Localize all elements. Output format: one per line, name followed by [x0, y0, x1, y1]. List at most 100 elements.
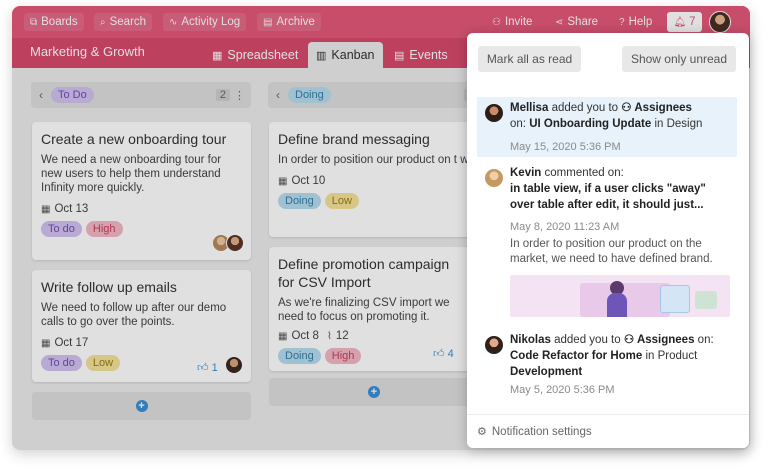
card-meta: ▦ Oct 8 ⌇ 12 — [278, 330, 470, 342]
notification-settings-label: Notification settings — [491, 425, 592, 438]
notification-settings-link[interactable]: ⚙ Notification settings — [467, 414, 749, 448]
share-button[interactable]: ⋖ Share — [549, 13, 604, 31]
avatar — [485, 104, 503, 122]
card-date-label: Oct 13 — [54, 203, 89, 215]
notification-project: Development — [510, 366, 583, 378]
plus-icon: + — [135, 400, 148, 412]
column-label: Doing — [288, 87, 331, 103]
card[interactable]: Create a new onboarding tour We need a n… — [32, 122, 251, 260]
calendar-icon: ▦ — [41, 203, 51, 215]
invite-button[interactable]: ⚇ Invite — [486, 13, 538, 31]
avatar — [485, 336, 503, 354]
notification-context[interactable]: in table view, if a user clicks "away" o… — [510, 183, 706, 211]
notification-item-name[interactable]: Code Refactor for Home — [510, 350, 642, 362]
card-title: Define promotion campaign for CSV Import — [278, 256, 450, 290]
tab-kanban[interactable]: ▥ Kanban — [308, 42, 383, 68]
plus-icon: + — [368, 386, 380, 398]
calendar-icon: ▦ — [278, 330, 288, 342]
spreadsheet-icon: ▦ — [212, 49, 223, 62]
avatar[interactable] — [709, 11, 731, 33]
priority-badge: High — [324, 348, 362, 364]
card[interactable]: Write follow up emails We need to follow… — [32, 270, 251, 382]
card-description: We need a new onboarding tour for new us… — [41, 154, 222, 194]
activity-icon: ∿ — [169, 16, 178, 28]
chevron-left-icon[interactable]: ‹ — [39, 88, 43, 102]
more-icon[interactable]: ⋮ — [234, 89, 245, 102]
notification-target: Assignees — [634, 102, 692, 114]
calendar-icon: ▦ — [41, 337, 51, 349]
calendar-icon: ▤ — [394, 49, 405, 62]
notification-action: commented on: — [544, 167, 624, 179]
notification-action: added you to — [554, 334, 621, 346]
notification-user: Nikolas — [510, 334, 551, 346]
notification-target: Assignees — [636, 334, 695, 346]
notification-count: 7 — [689, 16, 696, 28]
add-card-button[interactable]: + — [32, 392, 251, 420]
card-date-label: Oct 10 — [291, 175, 326, 187]
card[interactable]: Define promotion campaign for CSV Import… — [269, 247, 479, 371]
notification-on: on: — [510, 118, 526, 130]
archive-label: Archive — [276, 16, 315, 28]
like-count[interactable]: 👍︎ 1 — [197, 361, 218, 374]
notifications-panel: Mark all as read Show only unread Mellis… — [467, 33, 749, 448]
thumbs-up-icon: 👍︎ — [197, 362, 209, 374]
notification-time: May 8, 2020 11:23 AM — [510, 221, 620, 233]
card-date: ▦ Oct 10 — [278, 175, 470, 187]
notification-on: on: — [697, 334, 714, 346]
notification-item[interactable]: Mellisa added you to ⚇ Assignees on: UI … — [477, 97, 737, 157]
share-label: Share — [567, 16, 599, 28]
priority-badge: Low — [324, 193, 359, 209]
card-description: In order to position our product on t we… — [278, 154, 479, 166]
tab-spreadsheet[interactable]: ▦ Spreadsheet — [204, 42, 306, 68]
priority-badge: High — [85, 221, 123, 237]
invite-label: Invite — [504, 16, 533, 28]
notification-text: Mellisa added you to ⚇ Assignees on: UI … — [510, 100, 730, 132]
card-description: We need to follow up after our demo call… — [41, 302, 227, 328]
notification-item-name[interactable]: UI Onboarding Update — [529, 118, 651, 130]
chevron-left-icon[interactable]: ‹ — [276, 88, 280, 102]
comment-body: In order to position our product on the … — [510, 238, 713, 265]
search-icon: ⌕ — [100, 16, 106, 28]
board-title: Marketing & Growth — [30, 44, 145, 59]
status-badge: Doing — [278, 348, 321, 364]
card[interactable]: Define brand messaging In order to posit… — [269, 122, 479, 237]
show-only-unread-button[interactable]: Show only unread — [622, 46, 736, 72]
card-title: Write follow up emails — [41, 279, 177, 295]
like-count[interactable]: 👍︎ 4 — [433, 347, 454, 360]
activity-log-button[interactable]: ∿ Activity Log — [163, 13, 247, 31]
notification-action: added you to — [551, 102, 619, 114]
tab-spreadsheet-label: Spreadsheet — [227, 48, 299, 62]
mark-all-read-button[interactable]: Mark all as read — [478, 46, 581, 72]
notification-in: in Design — [654, 118, 703, 130]
status-badge: To do — [41, 221, 82, 237]
gear-icon: ⚙ — [477, 426, 487, 438]
archive-button[interactable]: ▤ Archive — [257, 13, 321, 31]
thumbs-up-icon: 👍︎ — [433, 348, 445, 360]
card-date: ▦ Oct 13 — [41, 203, 242, 215]
user-plus-icon: ⚇ — [492, 16, 501, 28]
notification-item[interactable]: Nikolas added you to ⚇ Assignees on: Cod… — [477, 330, 737, 400]
notification-user: Mellisa — [510, 102, 549, 114]
help-label: Help — [628, 16, 653, 28]
search-button[interactable]: ⌕ Search — [94, 13, 153, 31]
status-badge: To do — [41, 355, 82, 371]
card-tags: To do High — [41, 221, 242, 237]
add-card-button[interactable]: + — [269, 378, 479, 406]
column-header-doing: ‹ Doing 2 — [268, 82, 478, 108]
card-description: As we're finalizing CSV import we need t… — [278, 297, 450, 323]
calendar-icon: ▦ — [278, 175, 288, 187]
tab-events[interactable]: ▤ Events — [386, 42, 456, 68]
notification-time: May 5, 2020 5:36 PM — [510, 384, 615, 396]
notification-user: Kevin — [510, 167, 542, 179]
avatar — [226, 234, 244, 252]
comment-illustration — [510, 275, 730, 317]
archive-icon: ▤ — [263, 16, 273, 28]
card-date-label: Oct 17 — [54, 337, 89, 349]
notification-text: Kevin commented on: in table view, if a … — [510, 165, 730, 213]
notifications-button[interactable]: 🔔︎ 7 — [667, 12, 702, 32]
help-button[interactable]: ? Help — [613, 13, 658, 31]
help-icon: ? — [619, 16, 625, 28]
boards-button[interactable]: ⧉ Boards — [24, 13, 84, 31]
paperclip-icon: ⌇ — [326, 330, 332, 342]
status-badge: Doing — [278, 193, 321, 209]
